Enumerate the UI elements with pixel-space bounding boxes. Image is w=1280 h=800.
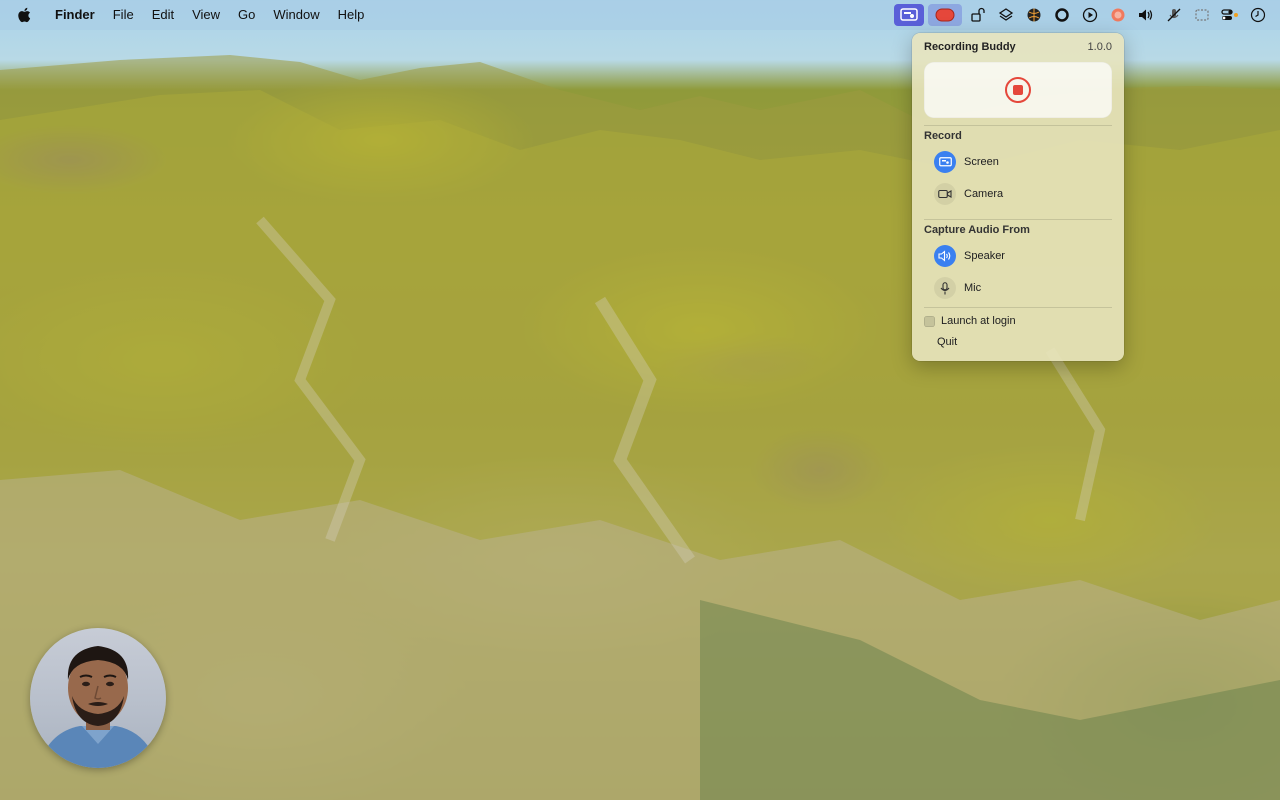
record-screen-label: Screen <box>964 156 999 168</box>
recording-buddy-popover: Recording Buddy 1.0.0 Record Screen Came… <box>912 33 1124 361</box>
launch-at-login-option[interactable]: Launch at login <box>924 312 1016 330</box>
sidebar-icon[interactable] <box>1190 4 1214 26</box>
record-camera-option[interactable]: Camera <box>934 181 1112 207</box>
audio-section-label: Capture Audio From <box>924 224 1030 236</box>
status-bar <box>892 0 1272 30</box>
screen-record-icon[interactable] <box>894 4 924 26</box>
mic-muted-icon[interactable] <box>1162 4 1186 26</box>
camera-preview-bubble[interactable] <box>30 628 166 768</box>
apple-logo-icon[interactable] <box>16 7 32 23</box>
launch-at-login-label: Launch at login <box>941 315 1016 327</box>
menu-app-name[interactable]: Finder <box>46 0 104 30</box>
menu-help[interactable]: Help <box>329 0 374 30</box>
quit-button[interactable]: Quit <box>937 336 957 348</box>
record-screen-option[interactable]: Screen <box>934 149 1112 175</box>
person-avatar-icon <box>38 646 158 768</box>
camera-icon <box>934 183 956 205</box>
popover-header: Recording Buddy 1.0.0 <box>924 41 1112 53</box>
layers-icon[interactable] <box>994 4 1018 26</box>
divider <box>924 307 1112 308</box>
menu-edit[interactable]: Edit <box>143 0 183 30</box>
circle-icon[interactable] <box>1050 4 1074 26</box>
divider <box>924 125 1112 126</box>
audio-mic-option[interactable]: Mic <box>934 275 1112 301</box>
audio-speaker-label: Speaker <box>964 250 1005 262</box>
recording-indicator-icon[interactable] <box>928 4 962 26</box>
basketball-icon[interactable] <box>1022 4 1046 26</box>
record-camera-label: Camera <box>964 188 1004 200</box>
launch-at-login-checkbox[interactable] <box>924 315 935 327</box>
record-section-label: Record <box>924 130 962 142</box>
menu-go[interactable]: Go <box>229 0 264 30</box>
audio-mic-label: Mic <box>964 282 982 294</box>
popover-version: 1.0.0 <box>1087 41 1112 53</box>
divider <box>924 219 1112 220</box>
menu-view[interactable]: View <box>183 0 229 30</box>
menu-window[interactable]: Window <box>264 0 328 30</box>
stop-record-icon <box>1005 77 1031 103</box>
speaker-icon <box>934 245 956 267</box>
screen-icon <box>934 151 956 173</box>
volume-icon[interactable] <box>1134 4 1158 26</box>
lock-rotate-icon[interactable] <box>966 4 990 26</box>
mic-icon <box>934 277 956 299</box>
menu-file[interactable]: File <box>104 0 143 30</box>
audio-speaker-option[interactable]: Speaker <box>934 243 1112 269</box>
record-dot-icon[interactable] <box>1106 4 1130 26</box>
play-icon[interactable] <box>1078 4 1102 26</box>
menu-bar: Finder File Edit View Go Window Help <box>0 0 1280 30</box>
stop-recording-button[interactable] <box>924 62 1112 118</box>
popover-title: Recording Buddy <box>924 41 1016 53</box>
clock-icon[interactable] <box>1246 4 1270 26</box>
control-center-icon[interactable] <box>1218 4 1242 26</box>
